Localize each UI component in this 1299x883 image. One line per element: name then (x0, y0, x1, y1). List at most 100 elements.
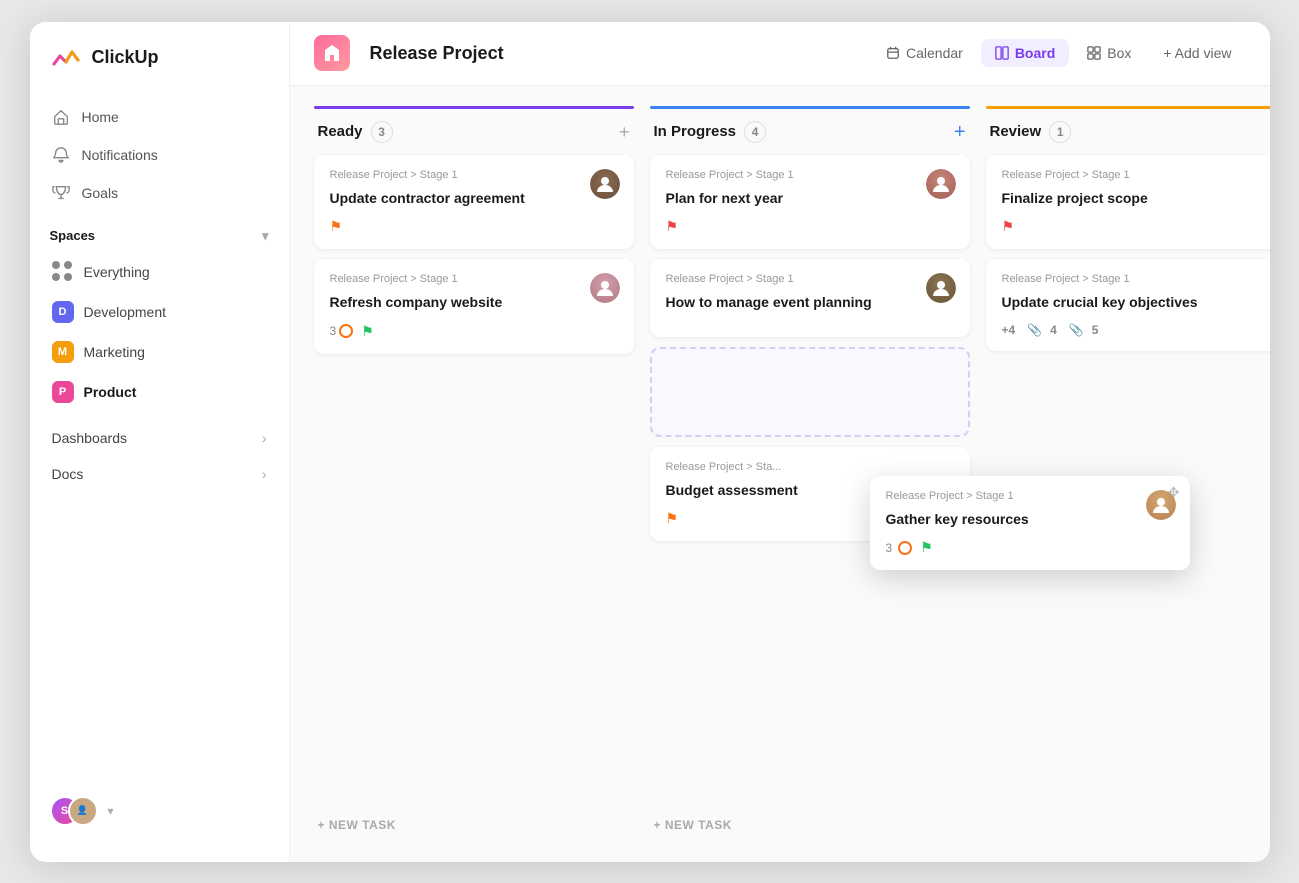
dragging-footer: 3 ⚑ (886, 539, 1174, 556)
attach-count-2: 5 (1092, 323, 1099, 337)
dragging-breadcrumb: Release Project > Stage 1 (886, 490, 1174, 502)
sidebar-item-marketing[interactable]: M Marketing (40, 332, 279, 372)
user-avatars: S 👤 (50, 796, 92, 826)
development-label: Development (84, 304, 167, 320)
calendar-label: Calendar (906, 45, 963, 61)
card-footer: ⚑ (330, 218, 618, 235)
sidebar: ClickUp Home Notifications (30, 22, 290, 862)
spaces-section: Spaces ▾ (30, 212, 289, 252)
calendar-icon (886, 46, 900, 60)
board-view-btn[interactable]: Board (981, 39, 1069, 67)
flag-red-icon: ⚑ (1002, 218, 1015, 235)
dashboards-chevron: › (262, 430, 267, 446)
ready-new-task-btn[interactable]: + NEW TASK (314, 808, 634, 842)
flag-green-icon: ⚑ (920, 539, 933, 556)
avatar-user: 👤 (68, 796, 98, 826)
everything-label: Everything (84, 264, 150, 280)
inprogress-count: 4 (744, 121, 766, 143)
card-title: Update crucial key objectives (1002, 293, 1270, 313)
sidebar-item-notifications[interactable]: Notifications (40, 136, 279, 174)
project-icon (314, 35, 350, 71)
sidebar-item-dashboards[interactable]: Dashboards › (40, 420, 279, 456)
card-title: Finalize project scope (1002, 189, 1270, 209)
bottom-nav: Dashboards › Docs › (30, 420, 289, 492)
marketing-label: Marketing (84, 344, 145, 360)
review-header: Review 1 + (986, 121, 1270, 155)
attach-count-1: 4 (1050, 323, 1057, 337)
spaces-label: Spaces (50, 228, 96, 243)
sidebar-item-docs[interactable]: Docs › (40, 456, 279, 492)
sidebar-footer[interactable]: S 👤 ▾ (30, 780, 289, 842)
flag-orange-icon: ⚑ (666, 510, 679, 527)
card-breadcrumb: Release Project > Sta... (666, 461, 954, 473)
ready-header: Ready 3 + (314, 121, 634, 155)
add-view-btn[interactable]: + Add view (1149, 39, 1245, 67)
card-title: Update contractor agreement (330, 189, 618, 209)
bell-icon (52, 146, 70, 164)
flag-green-icon: ⚑ (361, 323, 374, 340)
ready-cards: Release Project > Stage 1 Update contrac… (314, 155, 634, 808)
comment-count: 3 (886, 541, 913, 555)
card-title: Plan for next year (666, 189, 954, 209)
footer-chevron: ▾ (108, 804, 114, 818)
ready-title: Ready (318, 123, 363, 140)
card-breadcrumb: Release Project > Stage 1 (1002, 273, 1270, 285)
ready-count: 3 (371, 121, 393, 143)
board-container: Ready 3 + Release Project > Stage 1 Upda… (290, 86, 1270, 862)
flag-red-icon: ⚑ (666, 218, 679, 235)
inprogress-new-task-btn[interactable]: + NEW TASK (650, 808, 970, 842)
box-view-btn[interactable]: Box (1073, 39, 1145, 67)
card-objectives: Release Project > Stage 1 Update crucial… (986, 259, 1270, 351)
card-footer: ⚑ (666, 218, 954, 235)
card-dashed-placeholder (650, 347, 970, 437)
inprogress-add-btn[interactable]: + (954, 122, 966, 142)
attach-icon-2: 📎 (1069, 323, 1084, 337)
card-title: How to manage event planning (666, 293, 954, 313)
ready-add-btn[interactable]: + (619, 123, 630, 141)
card-contractor: Release Project > Stage 1 Update contrac… (314, 155, 634, 250)
ready-bar (314, 106, 634, 109)
project-title: Release Project (370, 43, 504, 64)
sidebar-item-product[interactable]: P Product (40, 372, 279, 412)
card-footer: ⚑ (1002, 218, 1270, 235)
everything-icon (52, 261, 74, 283)
extra-count: +4 (1002, 323, 1016, 337)
column-ready: Ready 3 + Release Project > Stage 1 Upda… (314, 106, 634, 842)
docs-label: Docs (52, 466, 84, 482)
flag-orange-icon: ⚑ (330, 218, 343, 235)
new-task-label: + NEW TASK (318, 818, 396, 832)
comment-bubble (898, 541, 912, 555)
box-icon (1087, 46, 1101, 60)
review-bar (986, 106, 1270, 109)
sidebar-item-home[interactable]: Home (40, 98, 279, 136)
card-avatar (590, 169, 620, 199)
product-icon: P (52, 381, 74, 403)
app-container: ClickUp Home Notifications (30, 22, 1270, 862)
notifications-label: Notifications (82, 147, 158, 163)
main-nav: Home Notifications Goals (30, 98, 289, 212)
card-finalize: Release Project > Stage 1 Finalize proje… (986, 155, 1270, 250)
card-event: Release Project > Stage 1 How to manage … (650, 259, 970, 337)
main-header: Release Project Calendar Board (290, 22, 1270, 86)
trophy-icon (52, 184, 70, 202)
dragging-avatar (1146, 490, 1176, 520)
card-footer: 3 ⚑ (330, 323, 618, 340)
view-tabs: Calendar Board Box (872, 39, 1246, 67)
box-label: Box (1107, 45, 1131, 61)
dragging-card: ✥ Release Project > Stage 1 Gather key r… (870, 476, 1190, 571)
new-task-label: + NEW TASK (654, 818, 732, 832)
spaces-chevron[interactable]: ▾ (262, 228, 269, 244)
sidebar-item-everything[interactable]: Everything (40, 252, 279, 292)
calendar-view-btn[interactable]: Calendar (872, 39, 977, 67)
sidebar-item-development[interactable]: D Development (40, 292, 279, 332)
app-logo: ClickUp (30, 42, 289, 98)
main-content: Release Project Calendar Board (290, 22, 1270, 862)
board-label: Board (1015, 45, 1055, 61)
inprogress-title: In Progress (654, 123, 737, 140)
card-footer: +4 📎 4 📎 5 (1002, 323, 1270, 337)
sidebar-item-goals[interactable]: Goals (40, 174, 279, 212)
development-icon: D (52, 301, 74, 323)
home-label: Home (82, 109, 119, 125)
comment-count: 3 (330, 324, 354, 338)
board-icon (995, 46, 1009, 60)
